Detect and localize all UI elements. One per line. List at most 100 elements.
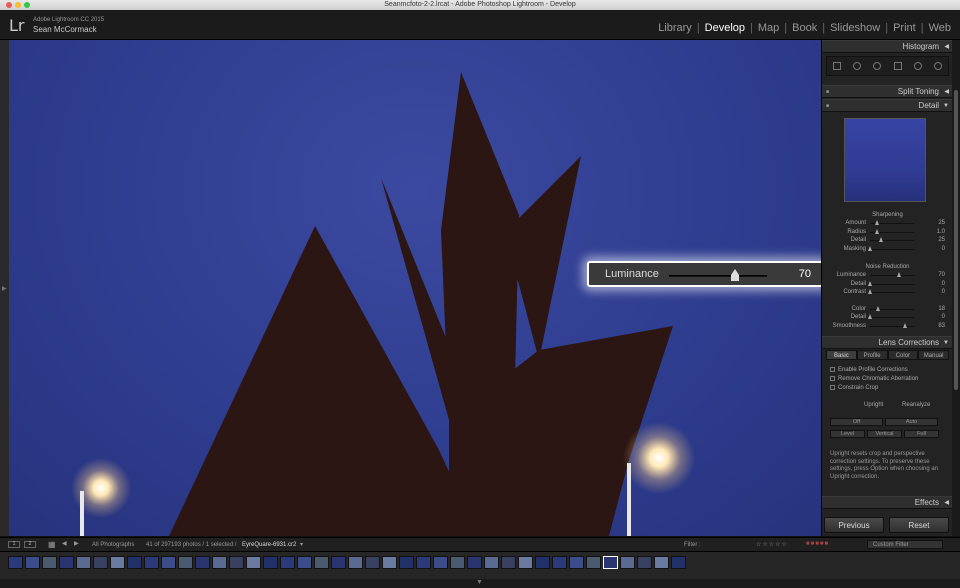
filmstrip-thumbnail[interactable]	[59, 556, 74, 569]
expand-icon[interactable]: ▼	[943, 337, 949, 349]
filmstrip-thumbnail[interactable]	[8, 556, 23, 569]
slider-thumb[interactable]	[897, 272, 901, 277]
slider-value[interactable]: 18	[938, 306, 945, 312]
filmstrip-thumbnail[interactable]	[263, 556, 278, 569]
slider-thumb[interactable]	[876, 305, 880, 311]
luminance-slider-thumb[interactable]	[731, 269, 739, 281]
slider-track[interactable]	[870, 317, 914, 318]
slider-track[interactable]	[870, 275, 914, 276]
filmstrip-thumbnail[interactable]	[348, 556, 363, 569]
slider-thumb[interactable]	[875, 220, 879, 225]
slider-thumb[interactable]	[868, 280, 872, 286]
graduated-filter-icon[interactable]	[893, 62, 902, 70]
module-book[interactable]: Book	[787, 22, 822, 34]
split-toning-header[interactable]: ■ Split Toning ◀	[822, 85, 953, 98]
histogram-header[interactable]: Histogram ◀	[822, 40, 953, 53]
bottom-panel-toggle[interactable]: ▼	[0, 579, 960, 588]
luminance-slider-track[interactable]	[669, 275, 767, 277]
filmstrip-thumbnail[interactable]	[586, 556, 601, 569]
upright-auto-button[interactable]: Auto	[885, 418, 938, 426]
checkbox-icon[interactable]	[830, 385, 835, 390]
slider-value[interactable]: 1.0	[937, 229, 945, 235]
upright-vertical-button[interactable]: Vertical	[867, 430, 902, 438]
slider-value[interactable]: 70	[938, 272, 945, 278]
collapse-icon[interactable]: ◀	[944, 497, 949, 509]
window-controls[interactable]	[6, 2, 30, 8]
slider-track[interactable]	[870, 283, 914, 285]
filmstrip-thumbnail[interactable]	[212, 556, 227, 569]
scrollbar-thumb[interactable]	[954, 90, 958, 390]
panel-switch-icon[interactable]: ■	[826, 86, 829, 98]
filmstrip-thumbnail[interactable]	[365, 556, 380, 569]
filmstrip-thumbnail[interactable]	[195, 556, 210, 569]
file-dropdown-icon[interactable]: ▾	[300, 541, 303, 548]
slider-thumb[interactable]	[868, 314, 872, 319]
color-label-filter-icon[interactable]: ■■■■■	[806, 541, 829, 547]
filmstrip-thumbnail[interactable]	[246, 556, 261, 569]
secondary-window-button[interactable]: 2	[24, 541, 36, 548]
filmstrip-thumbnail[interactable]	[535, 556, 550, 569]
slider-track[interactable]	[870, 248, 914, 250]
slider-track[interactable]	[870, 240, 914, 241]
detail-header[interactable]: ■ Detail ▼	[822, 99, 953, 112]
tab-color[interactable]: Color	[887, 350, 919, 360]
forward-icon[interactable]: ▶	[74, 540, 79, 547]
filmstrip-thumbnail[interactable]	[382, 556, 397, 569]
slider-row[interactable]: Masking 0	[822, 245, 953, 255]
module-web[interactable]: Web	[924, 22, 956, 34]
primary-window-button[interactable]: 1	[8, 541, 20, 548]
filmstrip-thumbnail[interactable]	[144, 556, 159, 569]
checkbox-icon[interactable]	[830, 376, 835, 381]
right-panel-scrollbar[interactable]	[952, 40, 960, 536]
slider-row[interactable]: Color 18	[822, 305, 953, 315]
module-library[interactable]: Library	[653, 22, 697, 34]
filmstrip-thumbnail[interactable]	[484, 556, 499, 569]
filmstrip[interactable]	[0, 551, 960, 579]
slider-thumb[interactable]	[875, 228, 879, 234]
slider-value[interactable]: 25	[938, 237, 945, 243]
slider-row[interactable]: Detail 25	[822, 237, 953, 246]
filmstrip-thumbnail[interactable]	[416, 556, 431, 569]
filmstrip-thumbnail[interactable]	[518, 556, 533, 569]
left-panel-collapsed[interactable]: ▶	[0, 40, 9, 536]
filmstrip-thumbnail[interactable]	[127, 556, 142, 569]
spot-removal-icon[interactable]	[853, 62, 862, 70]
slider-thumb[interactable]	[868, 289, 872, 294]
filmstrip-thumbnail[interactable]	[654, 556, 669, 569]
filmstrip-thumbnail[interactable]	[93, 556, 108, 569]
panel-switch-icon[interactable]: ■	[826, 100, 829, 112]
effects-header[interactable]: Effects ◀	[822, 496, 953, 509]
slider-row[interactable]: Smoothness 83	[822, 322, 953, 332]
lens-corrections-header[interactable]: Lens Corrections ▼	[822, 336, 953, 349]
filmstrip-thumbnail[interactable]	[450, 556, 465, 569]
expand-left-panel-icon[interactable]: ▶	[2, 285, 7, 292]
filmstrip-thumbnail[interactable]	[280, 556, 295, 569]
filmstrip-thumbnail[interactable]	[297, 556, 312, 569]
slider-value[interactable]: 25	[938, 220, 945, 226]
grid-view-icon[interactable]: ▦	[48, 540, 56, 549]
filmstrip-thumbnail[interactable]	[433, 556, 448, 569]
slider-row[interactable]: Amount 25	[822, 220, 953, 229]
luminance-callout[interactable]: Luminance 70	[587, 261, 827, 287]
filmstrip-thumbnail[interactable]	[399, 556, 414, 569]
collapse-icon[interactable]: ◀	[944, 86, 949, 98]
upright-off-button[interactable]: Off	[830, 418, 883, 426]
adjustment-brush-icon[interactable]	[933, 62, 942, 70]
filmstrip-thumbnail[interactable]	[603, 556, 618, 569]
reset-button[interactable]: Reset	[889, 517, 949, 533]
collapse-icon[interactable]: ◀	[944, 41, 949, 53]
filmstrip-thumbnail[interactable]	[637, 556, 652, 569]
upright-level-button[interactable]: Level	[830, 430, 865, 438]
slider-value[interactable]: 0	[942, 246, 945, 252]
zoom-window-icon[interactable]	[24, 2, 30, 8]
upright-full-button[interactable]: Full	[904, 430, 939, 438]
back-icon[interactable]: ◀	[62, 540, 67, 547]
minimize-window-icon[interactable]	[15, 2, 21, 8]
filmstrip-thumbnail[interactable]	[671, 556, 686, 569]
tab-manual[interactable]: Manual	[918, 350, 949, 360]
rating-filter-stars-icon[interactable]: ☆☆☆☆☆	[756, 541, 788, 548]
filmstrip-thumbnail[interactable]	[467, 556, 482, 569]
tab-profile[interactable]: Profile	[856, 350, 888, 360]
module-slideshow[interactable]: Slideshow	[825, 22, 885, 34]
filmstrip-thumbnail[interactable]	[331, 556, 346, 569]
